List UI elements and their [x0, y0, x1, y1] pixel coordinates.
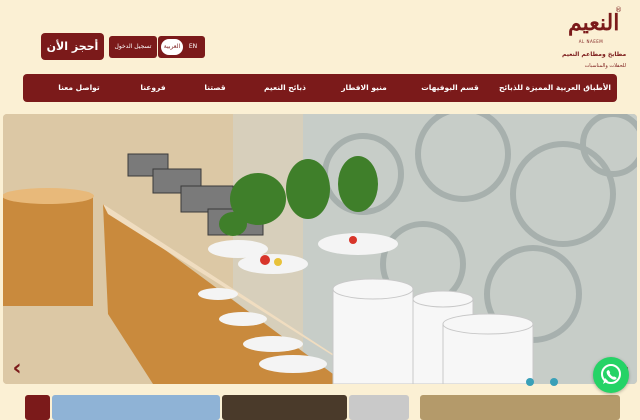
whatsapp-button[interactable]	[593, 357, 629, 393]
brand-logo[interactable]: النعيم ® AL NAEEM مطابخ ومطاعم النعيم لل…	[562, 6, 626, 70]
language-other[interactable]: EN	[185, 39, 201, 55]
logo-subtext: AL NAEEM	[578, 39, 604, 44]
whatsapp-icon	[601, 364, 621, 384]
slider-dot-2[interactable]	[550, 378, 558, 386]
slider-dot-1[interactable]	[526, 378, 534, 386]
nav-item-slaughter[interactable]: ذبائح النعيم	[249, 74, 321, 102]
hero-image	[3, 114, 637, 384]
gallery-strip	[0, 392, 640, 420]
language-switch[interactable]: العربية EN	[158, 36, 205, 58]
nav-item-our-story[interactable]: قصتنا	[185, 74, 245, 102]
gallery-thumb-5[interactable]	[420, 395, 620, 420]
gallery-thumb-3[interactable]	[222, 395, 347, 420]
nav-item-branches[interactable]: فروعنا	[123, 74, 183, 102]
registered-mark: ®	[615, 6, 622, 14]
login-button[interactable]: تسجيل الدخول	[109, 36, 157, 58]
slider-dots	[520, 378, 580, 386]
language-active[interactable]: العربية	[161, 39, 183, 55]
logo-mark: النعيم	[568, 10, 620, 36]
slider-prev-arrow[interactable]: ‹	[9, 354, 25, 384]
gallery-thumb-1[interactable]	[25, 395, 50, 420]
gallery-thumb-4[interactable]	[349, 395, 409, 420]
hero-slider[interactable]: ‹ ›	[3, 114, 637, 384]
nav-item-contact[interactable]: تواصل معنا	[37, 74, 121, 102]
main-nav: الأطباق العربية المميزة للذبائح قسم البو…	[23, 74, 617, 102]
logo-tagline-2: للحفلات والمناسبات	[584, 63, 626, 69]
gallery-thumb-2[interactable]	[52, 395, 220, 420]
site-header: النعيم ® AL NAEEM مطابخ ومطاعم النعيم لل…	[0, 0, 640, 74]
logo-tagline-1: مطابخ ومطاعم النعيم	[562, 51, 627, 58]
nav-item-breakfast-menu[interactable]: منيو الافطار	[325, 74, 403, 102]
book-now-button[interactable]: أحجز الأن	[41, 33, 104, 60]
nav-item-buffets[interactable]: قسم البوفيهات	[407, 74, 493, 102]
nav-item-arabic-dishes[interactable]: الأطباق العربية المميزة للذبائح	[497, 74, 613, 102]
